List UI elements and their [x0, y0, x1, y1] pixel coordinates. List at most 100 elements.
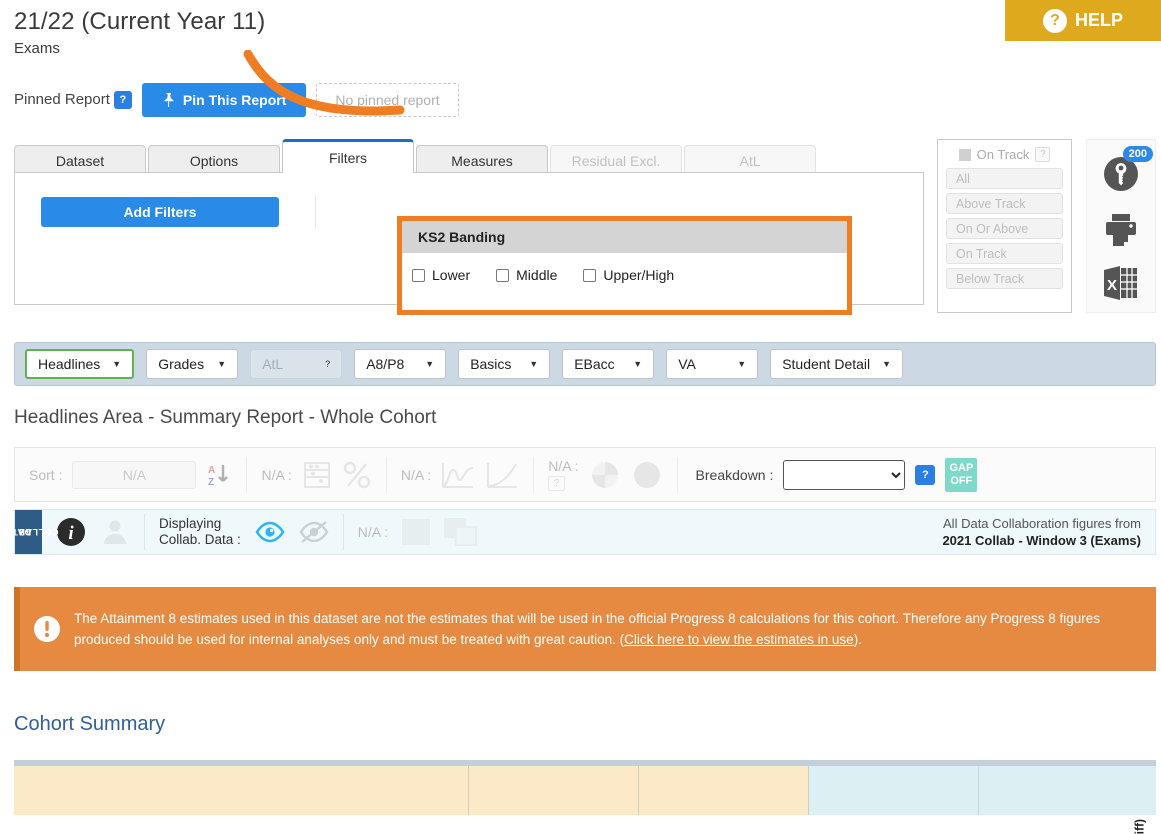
table-cell-1 — [14, 766, 469, 815]
nav-item-headlines[interactable]: Headlines ▼ — [25, 349, 135, 379]
nav-item-ebacc[interactable]: EBacc ▼ — [562, 349, 655, 379]
filters-panel-divider — [315, 195, 316, 229]
svg-text:A: A — [208, 465, 215, 476]
nav-item-student-detail[interactable]: Student Detail ▼ — [770, 349, 904, 379]
abacus-icon — [303, 461, 330, 488]
help-button-label: HELP — [1074, 10, 1123, 30]
checkbox-icon[interactable] — [412, 268, 425, 282]
nav-item-atl: AtL ? — [250, 349, 343, 379]
table-cell-4 — [809, 766, 979, 815]
tab-filters[interactable]: Filters — [282, 139, 414, 173]
no-pinned-report-label: No pinned report — [335, 92, 440, 108]
sort-label: Sort : — [29, 466, 63, 483]
breakdown-help-icon[interactable]: ? — [915, 464, 936, 485]
pin-this-report-label: Pin This Report — [182, 92, 287, 108]
chevron-down-icon: ▼ — [529, 359, 539, 369]
pinned-report-row: Pinned Report? Pin This Report No pinned… — [14, 83, 1161, 117]
chevron-down-icon: ▼ — [633, 359, 643, 369]
collab-source-line1: All Data Collaboration figures from — [943, 516, 1141, 531]
gap-toggle-bottom-label: OFF — [950, 474, 973, 487]
report-heading: Headlines Area - Summary Report - Whole … — [14, 407, 437, 428]
checkbox-icon[interactable] — [583, 268, 597, 282]
breakdown-select[interactable] — [783, 459, 906, 490]
gap-toggle-top-label: GAP — [949, 461, 974, 474]
nav-item-va-label: VA — [678, 356, 696, 372]
displaying-collab-data-label: Displaying Collab. Data : — [159, 516, 241, 548]
breakdown-segment: Breakdown : ? GAP OFF — [678, 457, 978, 492]
cohort-summary-title: Cohort Summary — [14, 713, 166, 735]
displaying-line2: Collab. Data : — [159, 532, 241, 547]
svg-text:i: i — [68, 523, 74, 544]
toolbar-segment-2: N/A : — [247, 448, 385, 501]
ks2-option-upper-high-label: Upper/High — [603, 267, 675, 283]
warning-text-part1: The Attainment 8 estimates used in this … — [74, 610, 1101, 648]
report-nav-bar: Headlines ▼ Grades ▼ AtL ? A8/P8 ▼ Basic… — [14, 342, 1156, 386]
page-title: 21/22 (Current Year 11) — [14, 8, 266, 35]
eye-visible-icon[interactable] — [255, 520, 285, 544]
checkbox-icon[interactable] — [496, 268, 510, 282]
ks2-option-upper-high[interactable]: Upper/High — [583, 267, 674, 283]
curve-chart-icon — [487, 462, 518, 488]
collab-displaying-segment: Displaying Collab. Data : — [145, 516, 343, 548]
on-track-filter-on-or-above: On Or Above — [946, 218, 1063, 239]
no-pinned-report-slot[interactable]: No pinned report — [316, 83, 459, 117]
help-button[interactable]: ? HELP — [1005, 0, 1161, 41]
on-track-help-icon: ? — [1035, 147, 1051, 162]
warning-text-part2: ). — [853, 632, 862, 647]
add-filters-button[interactable]: Add Filters — [41, 197, 279, 227]
nav-item-va[interactable]: VA ▼ — [666, 349, 759, 379]
nav-item-atl-label: AtL — [262, 356, 284, 372]
nav-item-grades-label: Grades — [158, 356, 205, 372]
excel-export-icon[interactable]: X — [1101, 264, 1141, 305]
collab-na-segment: N/A : — [344, 518, 492, 546]
on-track-swatch-icon — [958, 148, 971, 161]
pin-icon — [164, 93, 174, 107]
printer-icon[interactable] — [1101, 211, 1141, 250]
nav-item-a8p8-label: A8/P8 — [366, 356, 405, 372]
ks2-banding-filter-card: KS2 Banding Lower Middle Upper/High — [397, 216, 852, 315]
ks2-banding-options: Lower Middle Upper/High — [402, 253, 847, 283]
nav-item-a8p8[interactable]: A8/P8 ▼ — [354, 349, 447, 379]
on-track-filter-all: All — [946, 168, 1063, 189]
pin-this-report-button[interactable]: Pin This Report — [141, 83, 307, 117]
table-cell-3 — [639, 766, 809, 815]
on-track-panel: On Track ? All Above Track On Or Above O… — [937, 139, 1072, 313]
ks2-option-lower[interactable]: Lower — [412, 267, 470, 283]
sort-select: N/A — [72, 460, 197, 489]
warning-link[interactable]: Click here to view the estimates in use — [624, 632, 854, 647]
pinned-report-help-icon[interactable]: ? — [113, 91, 132, 110]
page-subtitle: Exams — [14, 40, 60, 57]
segment-4-label: N/A : — [548, 458, 579, 474]
ks2-option-middle[interactable]: Middle — [496, 267, 557, 283]
on-track-filter-above-track: Above Track — [946, 193, 1063, 214]
info-icon[interactable]: i — [56, 517, 86, 547]
cohort-summary-table: iff) — [14, 760, 1156, 834]
key-badge-icon[interactable]: 200 — [1101, 146, 1153, 197]
segment-3-label: N/A : — [400, 466, 432, 483]
nav-item-basics[interactable]: Basics ▼ — [458, 349, 551, 379]
nav-item-grades[interactable]: Grades ▼ — [146, 349, 239, 379]
ks2-option-middle-label: Middle — [516, 267, 558, 283]
chevron-down-icon: ▼ — [217, 359, 227, 369]
breakdown-label: Breakdown : — [695, 466, 774, 483]
page-header: 21/22 (Current Year 11) Exams ? HELP — [0, 0, 1161, 57]
single-view-icon — [402, 519, 431, 545]
warning-banner: The Attainment 8 estimates used in this … — [14, 587, 1156, 671]
donut-chart-icon — [633, 461, 660, 488]
data-collab-tag: DATA COLLAB — [6, 510, 59, 554]
toolbar-segment-4: N/A : ? — [534, 448, 676, 501]
help-icon: ? — [1042, 8, 1067, 33]
gap-toggle-button[interactable]: GAP OFF — [945, 457, 978, 492]
chevron-down-icon: ▼ — [737, 359, 747, 369]
segment-4-help-icon: ? — [548, 476, 566, 491]
svg-text:X: X — [1107, 277, 1117, 294]
data-collab-bar: DATA COLLAB i Displaying Collab. Data : — [6, 509, 1156, 555]
table-cell-2 — [469, 766, 639, 815]
collab-source-note: All Data Collaboration figures from 2021… — [942, 515, 1155, 549]
warning-text: The Attainment 8 estimates used in this … — [74, 608, 1156, 651]
nav-item-student-detail-label: Student Detail — [782, 356, 871, 372]
excel-glyph-icon: X — [1104, 266, 1137, 300]
pinned-report-text: Pinned Report — [14, 90, 110, 108]
chevron-down-icon: ▼ — [112, 359, 122, 369]
eye-hidden-icon[interactable] — [299, 520, 329, 544]
